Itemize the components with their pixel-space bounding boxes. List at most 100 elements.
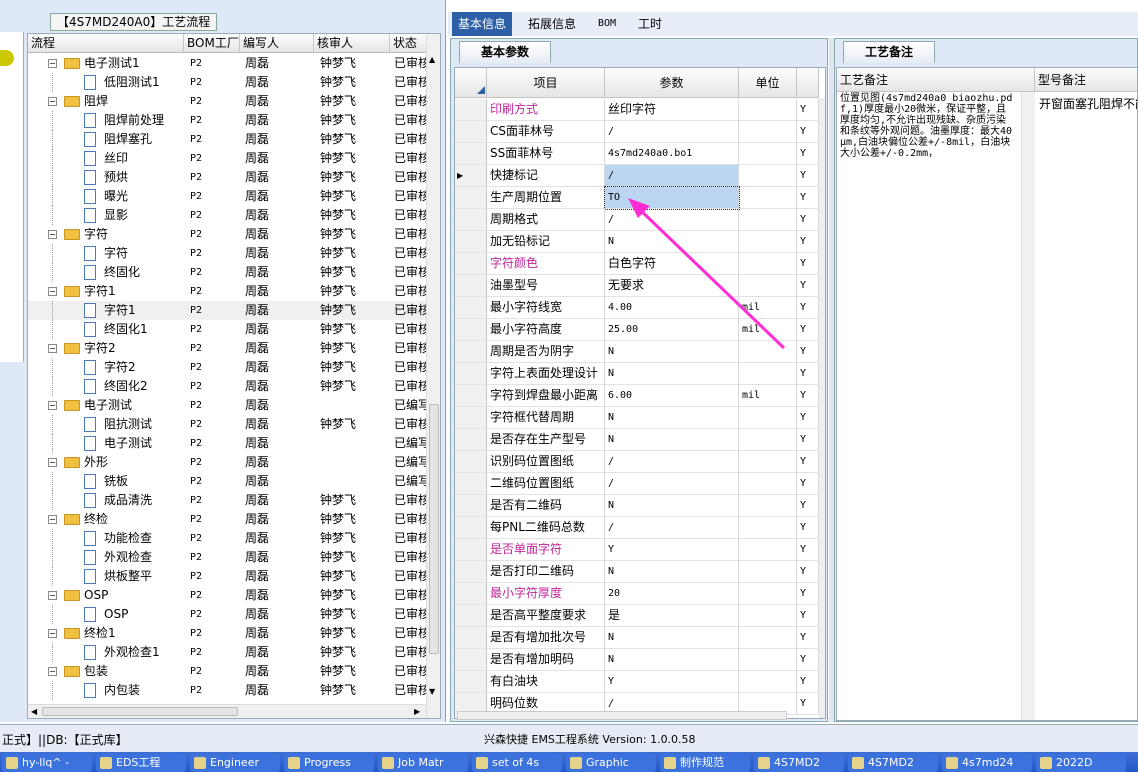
collapse-icon[interactable]: −: [48, 629, 57, 638]
col-model-remark[interactable]: 型号备注: [1035, 68, 1137, 92]
scroll-right-icon[interactable]: ▶: [414, 707, 420, 716]
param-row[interactable]: 印刷方式 丝印字符 Y: [455, 99, 819, 121]
row-indicator[interactable]: [455, 231, 487, 253]
basic-params-tab[interactable]: 基本参数: [459, 41, 551, 63]
params-scrollbar[interactable]: [819, 98, 825, 718]
tree-row[interactable]: 终固化 P2 周磊 钟梦飞 已审核: [28, 263, 426, 282]
row-indicator[interactable]: [455, 539, 487, 561]
tree-row[interactable]: 阻抗测试 P2 周磊 钟梦飞 已审核: [28, 415, 426, 434]
collapse-icon[interactable]: −: [48, 230, 57, 239]
param-row[interactable]: 是否打印二维码 N Y: [455, 561, 819, 583]
col-bom[interactable]: BOM工厂: [184, 34, 240, 53]
tree-row[interactable]: 低阻测试1 P2 周磊 钟梦飞 已审核: [28, 73, 426, 92]
param-value[interactable]: /: [605, 473, 739, 495]
row-indicator[interactable]: [455, 605, 487, 627]
collapse-icon[interactable]: −: [48, 401, 57, 410]
collapse-icon[interactable]: −: [48, 591, 57, 600]
process-remark-tab[interactable]: 工艺备注: [843, 41, 935, 63]
tree-row[interactable]: 外观检查 P2 周磊 钟梦飞 已审核: [28, 548, 426, 567]
tree-row[interactable]: 电子测试 P2 周磊 已编写: [28, 434, 426, 453]
row-indicator[interactable]: [455, 473, 487, 495]
row-indicator[interactable]: [455, 319, 487, 341]
param-value[interactable]: N: [605, 495, 739, 517]
param-row[interactable]: 是否存在生产型号 N Y: [455, 429, 819, 451]
tree-row[interactable]: − 外形 P2 周磊 已编写: [28, 453, 426, 472]
taskbar-button[interactable]: 4S7MD2: [848, 754, 938, 772]
row-indicator[interactable]: [455, 363, 487, 385]
tree-row[interactable]: 阻焊前处理 P2 周磊 钟梦飞 已审核: [28, 111, 426, 130]
tab-extended-info[interactable]: 拓展信息: [522, 12, 582, 36]
tree-row[interactable]: 功能检查 P2 周磊 钟梦飞 已审核: [28, 529, 426, 548]
col-writer[interactable]: 编写人: [240, 34, 314, 53]
param-row[interactable]: ▶ 快捷标记 / Y: [455, 165, 819, 187]
row-indicator[interactable]: [455, 517, 487, 539]
col-item[interactable]: 项目: [487, 68, 605, 98]
tree-row[interactable]: 终固化1 P2 周磊 钟梦飞 已审核: [28, 320, 426, 339]
row-indicator[interactable]: [455, 253, 487, 275]
row-indicator[interactable]: [455, 121, 487, 143]
param-value[interactable]: /: [605, 517, 739, 539]
row-indicator[interactable]: [455, 495, 487, 517]
param-value[interactable]: /: [605, 165, 739, 187]
param-value[interactable]: N: [605, 407, 739, 429]
param-value[interactable]: 6.00: [605, 385, 739, 407]
param-row[interactable]: 有白油块 Y Y: [455, 671, 819, 693]
param-row[interactable]: 是否有增加批次号 N Y: [455, 627, 819, 649]
row-indicator[interactable]: [455, 627, 487, 649]
params-hscrollbar[interactable]: [457, 711, 787, 720]
tree-row[interactable]: 字符2 P2 周磊 钟梦飞 已审核: [28, 358, 426, 377]
param-value[interactable]: 是: [605, 605, 739, 627]
tree-row[interactable]: − 电子测试1 P2 周磊 钟梦飞 已审核: [28, 54, 426, 73]
param-row[interactable]: 是否有增加明码 N Y: [455, 649, 819, 671]
param-row[interactable]: 字符上表面处理设计 N Y: [455, 363, 819, 385]
row-indicator[interactable]: [455, 341, 487, 363]
row-indicator[interactable]: [455, 187, 487, 209]
tree-row[interactable]: 内包装 P2 周磊 钟梦飞 已审核: [28, 681, 426, 700]
tree-vertical-scrollbar[interactable]: ▲ ▼: [426, 34, 440, 718]
taskbar-button[interactable]: 4S7MD2: [754, 754, 844, 772]
row-indicator[interactable]: [455, 407, 487, 429]
scroll-up-icon[interactable]: ▲: [429, 56, 438, 64]
collapse-icon[interactable]: −: [48, 515, 57, 524]
param-row[interactable]: 二维码位置图纸 / Y: [455, 473, 819, 495]
row-indicator[interactable]: [455, 297, 487, 319]
scroll-left-icon[interactable]: ◀: [31, 707, 37, 716]
taskbar-button[interactable]: 2022D: [1036, 754, 1126, 772]
tree-row[interactable]: 显影 P2 周磊 钟梦飞 已审核: [28, 206, 426, 225]
param-row[interactable]: 最小字符厚度 20 Y: [455, 583, 819, 605]
remark-scrollbar[interactable]: [1021, 92, 1035, 720]
col-param[interactable]: 参数: [605, 68, 739, 98]
collapse-icon[interactable]: −: [48, 667, 57, 676]
taskbar-button[interactable]: Progress: [284, 754, 374, 772]
tree-row[interactable]: 成品清洗 P2 周磊 钟梦飞 已审核: [28, 491, 426, 510]
tree-row[interactable]: − 字符1 P2 周磊 钟梦飞 已审核: [28, 282, 426, 301]
tree-row[interactable]: 烘板整平 P2 周磊 钟梦飞 已审核: [28, 567, 426, 586]
param-row[interactable]: 是否高平整度要求是 Y: [455, 605, 819, 627]
param-value[interactable]: 丝印字符: [605, 99, 739, 121]
param-value[interactable]: N: [605, 649, 739, 671]
param-row[interactable]: 字符到焊盘最小距离 6.00 mil Y: [455, 385, 819, 407]
col-flow[interactable]: 流程: [28, 34, 184, 53]
row-indicator[interactable]: [455, 451, 487, 473]
row-indicator[interactable]: [455, 583, 487, 605]
tree-row[interactable]: 阻焊塞孔 P2 周磊 钟梦飞 已审核: [28, 130, 426, 149]
tree-row[interactable]: 终固化2 P2 周磊 钟梦飞 已审核: [28, 377, 426, 396]
tab-basic-info[interactable]: 基本信息: [452, 12, 513, 36]
param-value[interactable]: N: [605, 627, 739, 649]
row-indicator[interactable]: [455, 429, 487, 451]
collapse-icon[interactable]: −: [48, 344, 57, 353]
param-value[interactable]: /: [605, 121, 739, 143]
param-row[interactable]: 是否有二维码 N Y: [455, 495, 819, 517]
tree-hscroll-thumb[interactable]: [42, 707, 238, 716]
row-indicator[interactable]: ▶: [455, 165, 487, 187]
tree-horizontal-scrollbar[interactable]: ◀ ▶: [28, 704, 426, 718]
param-value[interactable]: N: [605, 561, 739, 583]
tree-row[interactable]: − 电子测试 P2 周磊 已编写: [28, 396, 426, 415]
tree-row[interactable]: 铣板 P2 周磊 已编写: [28, 472, 426, 491]
tree-row[interactable]: − 字符2 P2 周磊 钟梦飞 已审核: [28, 339, 426, 358]
param-row[interactable]: 识别码位置图纸 / Y: [455, 451, 819, 473]
col-reviewer[interactable]: 核审人: [314, 34, 390, 53]
tree-row[interactable]: 字符1 P2 周磊 钟梦飞 已审核: [28, 301, 426, 320]
taskbar-button[interactable]: hy-llq^ -: [2, 754, 92, 772]
param-row[interactable]: 字符框代替周期 N Y: [455, 407, 819, 429]
